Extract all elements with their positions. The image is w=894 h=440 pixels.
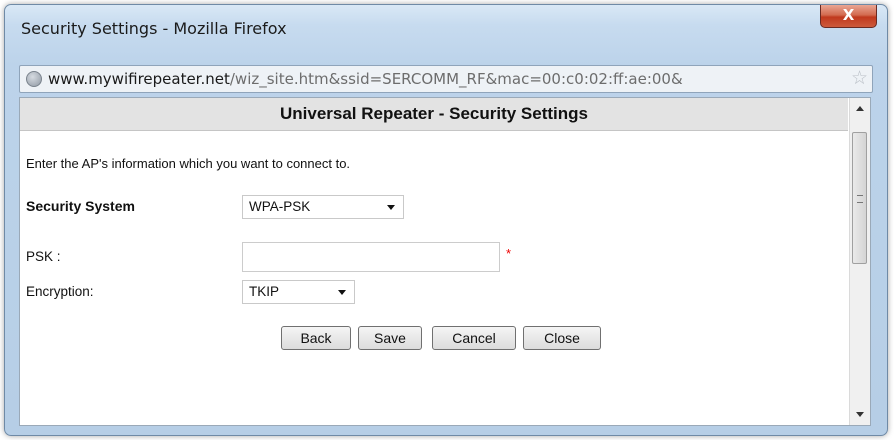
- chevron-down-icon: [338, 290, 346, 295]
- chevron-down-icon: [387, 205, 395, 210]
- url-host: www.mywifirepeater.net: [48, 70, 230, 88]
- encryption-value: TKIP: [249, 284, 280, 299]
- required-mark: *: [506, 246, 512, 261]
- security-system-value: WPA-PSK: [249, 199, 311, 214]
- encryption-select[interactable]: TKIP: [242, 280, 355, 304]
- close-button[interactable]: Close: [523, 326, 601, 350]
- scroll-thumb[interactable]: [852, 132, 867, 264]
- close-icon: X: [842, 6, 855, 24]
- globe-icon: [26, 71, 42, 87]
- save-button[interactable]: Save: [358, 326, 422, 350]
- window-title: Security Settings - Mozilla Firefox: [21, 19, 287, 38]
- page-title: Universal Repeater - Security Settings: [20, 98, 848, 131]
- intro-text: Enter the AP's information which you wan…: [26, 156, 351, 171]
- scroll-down-icon[interactable]: [856, 412, 864, 417]
- bookmark-star-icon[interactable]: ☆: [851, 67, 868, 90]
- encryption-label: Encryption:: [26, 284, 94, 299]
- grip-icon: [857, 195, 863, 203]
- scroll-up-icon[interactable]: [856, 106, 864, 111]
- url-path: /wiz_site.htm&ssid=SERCOMM_RF&mac=00:c0:…: [229, 70, 683, 88]
- cancel-button[interactable]: Cancel: [432, 326, 516, 350]
- page-content: Universal Repeater - Security Settings E…: [19, 97, 871, 426]
- psk-input[interactable]: [242, 242, 500, 272]
- security-system-label: Security System: [26, 198, 135, 214]
- url-bar[interactable]: www.mywifirepeater.net/wiz_site.htm&ssid…: [19, 65, 873, 93]
- window-close-button[interactable]: X: [820, 5, 877, 28]
- security-system-select[interactable]: WPA-PSK: [242, 195, 404, 219]
- browser-window: Security Settings - Mozilla Firefox X ww…: [4, 4, 888, 436]
- url-text[interactable]: www.mywifirepeater.net/wiz_site.htm&ssid…: [48, 70, 838, 88]
- psk-label: PSK :: [26, 249, 61, 264]
- vertical-scrollbar[interactable]: [849, 98, 870, 425]
- back-button[interactable]: Back: [281, 326, 351, 350]
